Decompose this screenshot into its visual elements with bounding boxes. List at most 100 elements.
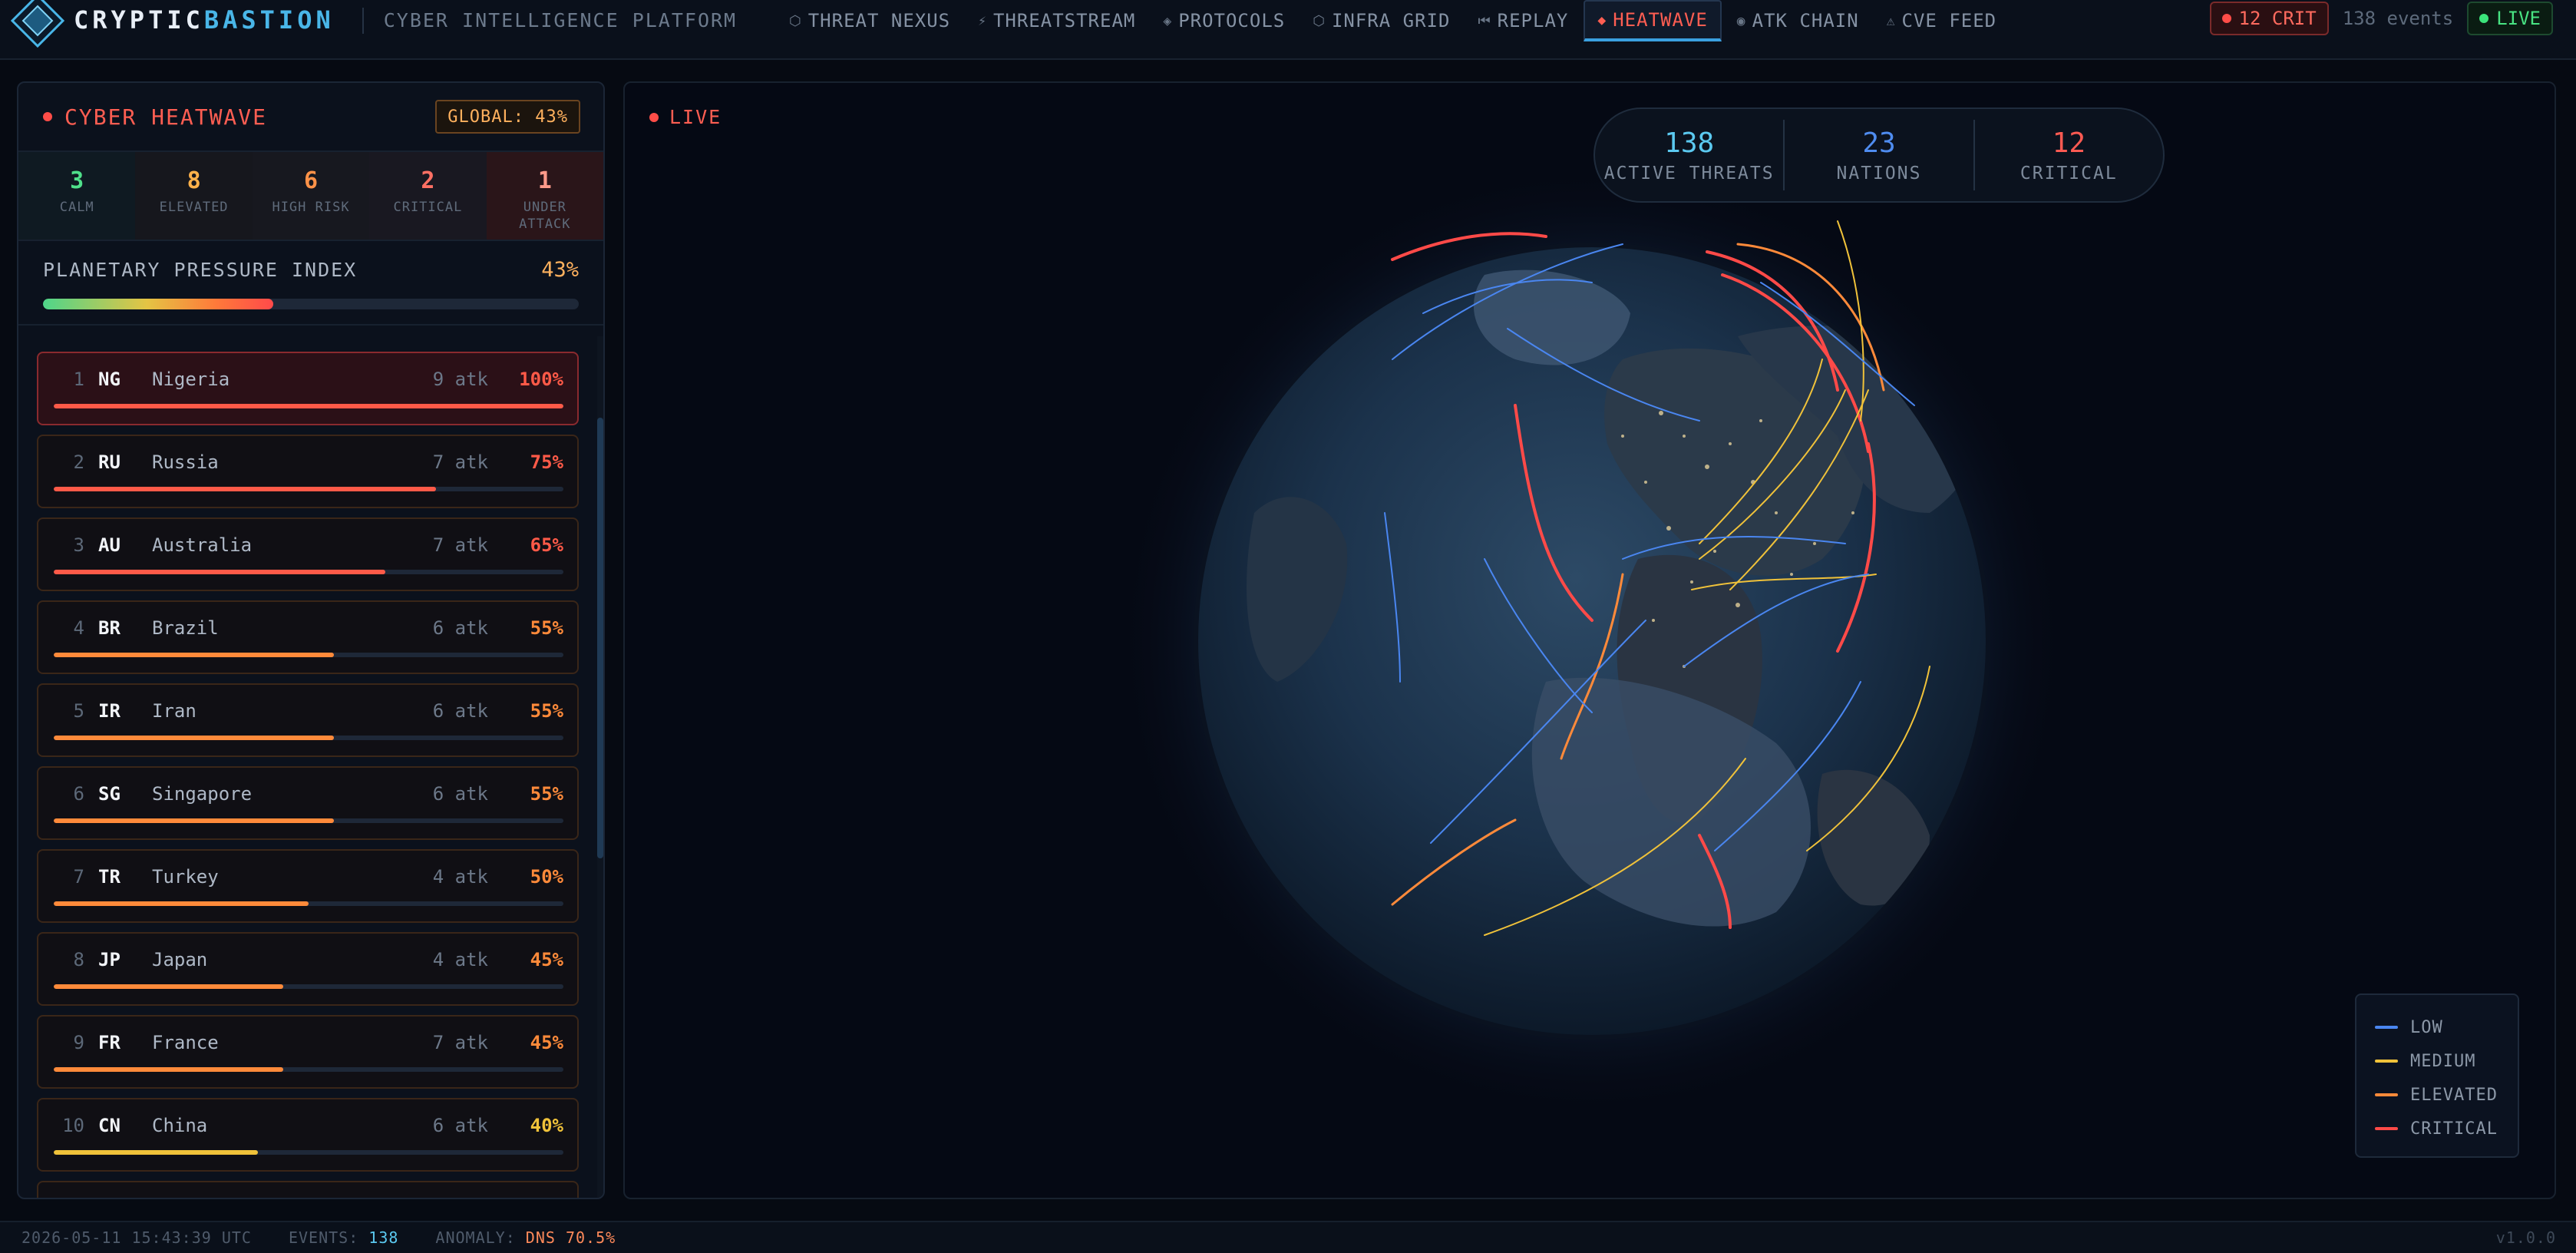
- stat-high-risk[interactable]: 6 HIGH RISK: [252, 152, 370, 240]
- country-name: Turkey: [152, 866, 219, 888]
- country-row[interactable]: 1 NG Nigeria 9 atk 100%: [37, 352, 579, 425]
- hexagon-icon: ⬡: [1313, 12, 1326, 29]
- country-code: SG: [98, 783, 121, 805]
- country-row[interactable]: 6 SG Singapore 6 atk 55%: [37, 766, 579, 840]
- country-row[interactable]: 5 IR Iran 6 atk 55%: [37, 683, 579, 757]
- tab-heatwave[interactable]: ◆ HEATWAVE: [1584, 0, 1722, 41]
- globe-view[interactable]: LIVE 138 ACTIVE THREATS 23 NATIONS 12 CR…: [623, 81, 2556, 1199]
- legend-item-elevated: ELEVATED: [2375, 1078, 2518, 1112]
- panel-header: CYBER HEATWAVE GLOBAL: 43%: [18, 83, 603, 150]
- country-row[interactable]: 2 RU Russia 7 atk 75%: [37, 435, 579, 508]
- country-rank: 9: [73, 1032, 84, 1053]
- critical-count-badge[interactable]: 12 CRIT: [2209, 2, 2329, 35]
- country-pressure-bar-fill: [54, 984, 283, 989]
- diamond-icon: ◈: [1163, 12, 1173, 29]
- country-pressure-bar-fill: [54, 404, 563, 408]
- country-code: FR: [98, 1032, 121, 1053]
- platform-title: CYBER INTELLIGENCE PLATFORM: [383, 8, 738, 31]
- country-pressure-percent: 45%: [530, 1032, 563, 1053]
- country-pressure-bar: [54, 736, 563, 740]
- kpi-value: 138: [1664, 127, 1715, 159]
- tab-cve-feed[interactable]: ⚠ CVE FEED: [1874, 0, 2009, 41]
- globe-canvas[interactable]: [625, 83, 2555, 1198]
- brand-name-part-1: CRYPTIC: [74, 5, 204, 35]
- country-pressure-percent: 65%: [530, 534, 563, 556]
- tab-atk-chain[interactable]: ◉ ATK CHAIN: [1725, 0, 1871, 41]
- country-name: Brazil: [152, 617, 219, 639]
- country-pressure-bar-fill: [54, 1150, 258, 1155]
- kpi-label: CRITICAL: [2020, 163, 2118, 183]
- country-row[interactable]: [37, 1181, 579, 1198]
- live-badge[interactable]: LIVE: [2467, 2, 2553, 35]
- country-pressure-bar-fill: [54, 818, 335, 823]
- global-level-chip: GLOBAL: 43%: [435, 100, 580, 134]
- status-bar: 2026-05-11 15:43:39 UTC EVENTS: 138 ANOM…: [0, 1221, 2576, 1253]
- country-attack-count: 6 atk: [432, 783, 488, 805]
- country-row[interactable]: 3 AU Australia 7 atk 65%: [37, 517, 579, 591]
- country-code: CN: [98, 1115, 121, 1136]
- globe-graphic: [1116, 165, 2068, 1117]
- country-attack-count: 6 atk: [432, 617, 488, 639]
- country-rank: 10: [62, 1115, 84, 1136]
- stat-value: 2: [421, 167, 435, 194]
- country-row[interactable]: 7 TR Turkey 4 atk 50%: [37, 849, 579, 923]
- country-name: Singapore: [152, 783, 253, 805]
- country-row[interactable]: 8 JP Japan 4 atk 45%: [37, 932, 579, 1006]
- tab-threat-nexus[interactable]: ⬡ THREAT NEXUS: [777, 0, 963, 41]
- scrollbar-thumb[interactable]: [597, 418, 603, 858]
- country-pressure-bar: [54, 1067, 563, 1072]
- stat-value: 3: [70, 167, 84, 194]
- tab-label: INFRA GRID: [1331, 10, 1451, 31]
- panel-title-text: CYBER HEATWAVE: [64, 104, 268, 130]
- country-pressure-percent: 55%: [530, 700, 563, 722]
- country-pressure-bar: [54, 404, 563, 408]
- country-pressure-bar-fill: [54, 901, 309, 906]
- pressure-bar: [43, 299, 579, 309]
- country-code: TR: [98, 866, 121, 888]
- top-right-status: 12 CRIT 138 events LIVE: [2209, 0, 2553, 37]
- legend-swatch: [2375, 1060, 2398, 1063]
- country-rank: 6: [73, 783, 84, 805]
- stat-under-attack[interactable]: 1 UNDER ATTACK: [486, 152, 603, 240]
- stat-label: CRITICAL: [393, 200, 463, 215]
- stat-critical[interactable]: 2 CRITICAL: [369, 152, 487, 240]
- country-pressure-percent: 75%: [530, 451, 563, 473]
- tab-label: THREATSTREAM: [992, 10, 1136, 31]
- tab-label: THREAT NEXUS: [807, 10, 951, 31]
- country-code: NG: [98, 369, 121, 390]
- legend-swatch: [2375, 1026, 2398, 1029]
- country-name: Russia: [152, 451, 219, 473]
- tab-protocols[interactable]: ◈ PROTOCOLS: [1151, 0, 1297, 41]
- app-version: v1.0.0: [2495, 1228, 2556, 1247]
- country-attack-count: 7 atk: [432, 534, 488, 556]
- country-code: IR: [98, 700, 121, 722]
- live-dot-icon: [649, 112, 659, 122]
- status-timestamp: 2026-05-11 15:43:39 UTC: [21, 1228, 252, 1247]
- country-pressure-bar-fill: [54, 1067, 283, 1072]
- live-dot-icon: [2479, 14, 2489, 23]
- stat-elevated[interactable]: 8 ELEVATED: [135, 152, 253, 240]
- live-indicator-label: LIVE: [669, 106, 722, 128]
- legend-swatch: [2375, 1127, 2398, 1130]
- country-row[interactable]: 10 CN China 6 atk 40%: [37, 1098, 579, 1172]
- tab-infra-grid[interactable]: ⬡ INFRA GRID: [1300, 0, 1462, 41]
- status-dot-icon: [2221, 14, 2231, 23]
- country-row[interactable]: 4 BR Brazil 6 atk 55%: [37, 600, 579, 674]
- tab-replay[interactable]: ⏮ REPLAY: [1465, 0, 1580, 41]
- threat-level-summary: 3 CALM 8 ELEVATED 6 HIGH RISK 2 CRITICAL…: [18, 150, 603, 241]
- country-attack-count: 6 atk: [432, 700, 488, 722]
- pressure-bar-fill: [43, 299, 274, 309]
- legend-label: CRITICAL: [2410, 1119, 2498, 1139]
- country-code: BR: [98, 617, 121, 639]
- tab-threatstream[interactable]: ⚡ THREATSTREAM: [966, 0, 1148, 41]
- country-code: JP: [98, 949, 121, 970]
- country-pressure-percent: 50%: [530, 866, 563, 888]
- stat-calm[interactable]: 3 CALM: [18, 152, 136, 240]
- pressure-value: 43%: [541, 258, 579, 282]
- brand[interactable]: CRYPTICBASTION: [0, 0, 335, 59]
- tab-label: ATK CHAIN: [1752, 10, 1859, 31]
- country-attack-count: 4 atk: [432, 866, 488, 888]
- country-name: China: [152, 1115, 208, 1136]
- country-row[interactable]: 9 FR France 7 atk 45%: [37, 1015, 579, 1089]
- country-name: France: [152, 1032, 219, 1053]
